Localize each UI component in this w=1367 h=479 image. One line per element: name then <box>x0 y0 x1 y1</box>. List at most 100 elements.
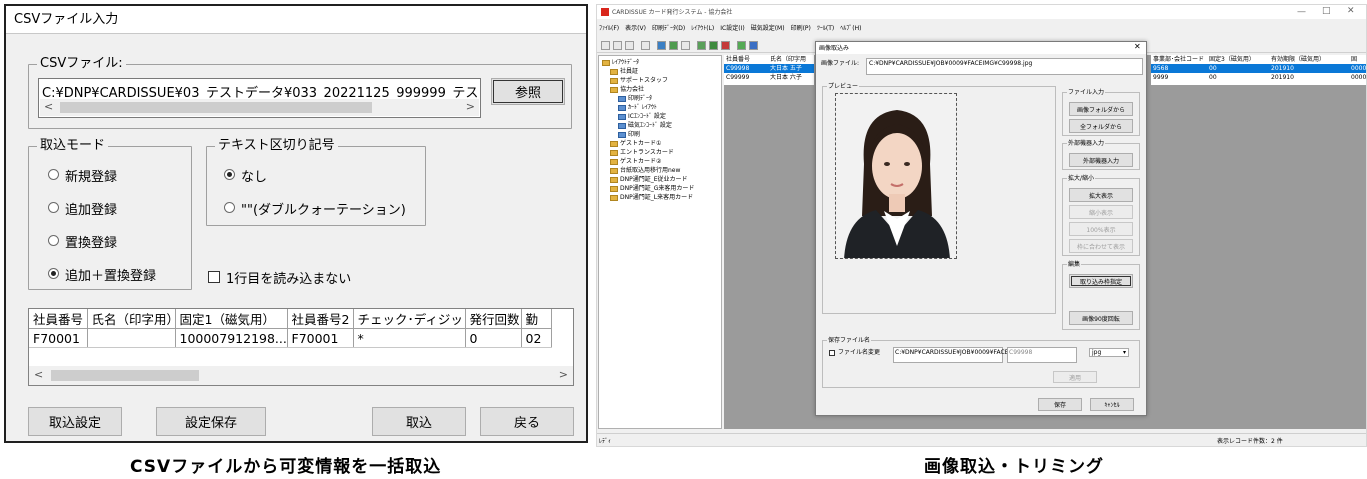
tree-item[interactable]: サポートスタッフ <box>610 76 668 85</box>
tree-item[interactable]: 磁気ｴﾝｺｰﾄﾞ 設定 <box>618 121 672 130</box>
folder-icon <box>610 176 618 183</box>
save-settings-button[interactable]: 設定保存 <box>156 407 266 436</box>
folder-icon <box>610 68 618 75</box>
table-row[interactable]: F70001 100007912198... F70001 * 0 02 <box>29 328 552 348</box>
list-right-selected[interactable] <box>1151 64 1366 73</box>
table-header-cell[interactable]: 氏名（印字用） <box>87 309 176 329</box>
apply-button[interactable]: 適用 <box>1053 371 1097 383</box>
tree-item[interactable]: 印刷ﾃﾞｰﾀ <box>618 94 652 103</box>
folder-icon <box>610 167 618 174</box>
tree-item[interactable]: 協力会社 <box>610 85 644 94</box>
rr-0-3: 0000 <box>1351 65 1367 72</box>
tree-item[interactable]: DNP通門証_G来客用カード <box>610 184 694 193</box>
zoom-in-button[interactable]: 拡大表示 <box>1069 188 1133 202</box>
table-header-cell[interactable]: 固定1（磁気用） <box>175 309 288 329</box>
toolbar-paste-icon[interactable] <box>641 41 650 50</box>
browse-button[interactable]: 参照 <box>491 78 565 105</box>
external-device-button[interactable]: 外部機器入力 <box>1069 153 1133 167</box>
menu-item[interactable]: 磁気設定(M) <box>751 24 785 34</box>
menu-item[interactable]: 印刷(P) <box>791 24 811 34</box>
path-scrollbar[interactable]: < > <box>40 99 479 116</box>
delimiter-quote-radio[interactable] <box>224 202 235 213</box>
from-all-folders-button[interactable]: 全フォルダから <box>1069 119 1133 133</box>
menu-item[interactable]: ﾚｲｱｳﾄ(L) <box>691 24 714 34</box>
maximize-icon[interactable]: □ <box>1322 6 1331 16</box>
zoom-out-button[interactable]: 縮小表示 <box>1069 205 1133 219</box>
image-dialog-close-icon[interactable]: ✕ <box>1134 42 1141 51</box>
tree-item-label: ｶｰﾄﾞ ﾚｲｱｳﾄ <box>628 104 657 111</box>
from-image-folder-button[interactable]: 画像フォルダから <box>1069 102 1133 116</box>
scroll-right-icon[interactable]: > <box>466 100 475 113</box>
table-scroll-right-icon[interactable]: > <box>559 368 568 381</box>
skip-first-row-checkbox[interactable] <box>208 271 220 283</box>
rotate-90-button[interactable]: 画像90度回転 <box>1069 311 1133 325</box>
save-path-field[interactable]: C:¥DNP¥CARDISSUE¥JOB¥0009¥FACEI <box>893 347 1010 363</box>
tree-item[interactable]: ICｴﾝｺｰﾄﾞ 設定 <box>618 112 666 121</box>
toolbar-new-icon[interactable] <box>601 41 610 50</box>
menu-item[interactable]: IC設定(I) <box>720 24 744 34</box>
import-mode-radio-0[interactable] <box>48 169 59 180</box>
toolbar-table-icon[interactable] <box>709 41 718 50</box>
csv-file-path-field[interactable]: C:¥DNP¥CARDISSUE¥03_テストデータ¥033_20221125_… <box>38 78 481 118</box>
tree-item[interactable]: ゲストカード① <box>610 139 661 148</box>
toolbar-open-icon[interactable] <box>613 41 622 50</box>
toolbar-grid-icon[interactable] <box>697 41 706 50</box>
scroll-left-icon[interactable]: < <box>44 100 53 113</box>
scroll-thumb[interactable] <box>60 102 372 113</box>
menu-item[interactable]: ﾂｰﾙ(T) <box>817 24 834 34</box>
dialog-title: CSVファイル入力 <box>6 6 586 34</box>
list-row-2-id: C99999 <box>726 74 750 81</box>
preview-group: プレビュー <box>822 82 1056 314</box>
save-button[interactable]: 保存 <box>1038 398 1082 411</box>
rename-checkbox[interactable] <box>829 350 835 356</box>
toolbar-print-icon[interactable] <box>669 41 678 50</box>
table-scrollbar[interactable]: < > <box>29 366 573 385</box>
menu-item[interactable]: 表示(V) <box>625 24 646 34</box>
table-header-cell[interactable]: 社員番号2 <box>287 309 354 329</box>
tree-item[interactable]: ﾚｲｱｳﾄﾃﾞｰﾀ <box>602 58 639 67</box>
toolbar-chart-icon[interactable] <box>721 41 730 50</box>
menu-item[interactable]: 印刷ﾃﾞｰﾀ(D) <box>652 24 685 34</box>
zoom-100-button[interactable]: 100%表示 <box>1069 222 1133 236</box>
import-mode-radio-3[interactable] <box>48 268 59 279</box>
table-scroll-thumb[interactable] <box>51 370 199 381</box>
toolbar-mag-icon[interactable] <box>749 41 758 50</box>
import-button[interactable]: 取込 <box>372 407 466 436</box>
image-file-field[interactable]: C:¥DNP¥CARDISSUE¥JOB¥0009¥FACEIMG¥C99998… <box>866 58 1143 75</box>
extension-select[interactable]: jpg ▾ <box>1089 348 1129 357</box>
set-crop-frame-button[interactable]: 取り込み枠指定 <box>1069 274 1133 288</box>
cancel-button[interactable]: ｷｬﾝｾﾙ <box>1090 398 1134 411</box>
tree-item[interactable]: 印刷 <box>618 130 640 139</box>
import-mode-radio-2[interactable] <box>48 235 59 246</box>
import-settings-button[interactable]: 取込設定 <box>28 407 122 436</box>
table-scroll-left-icon[interactable]: < <box>34 368 43 381</box>
table-header-cell[interactable]: 発行回数 <box>465 309 522 329</box>
rr-1-2: 201910 <box>1271 74 1294 81</box>
close-icon[interactable]: ✕ <box>1347 6 1355 16</box>
table-header-cell[interactable]: 勤 <box>521 309 552 329</box>
toolbar-ic-icon[interactable] <box>737 41 746 50</box>
menu-item[interactable]: ﾍﾙﾌﾟ(H) <box>840 24 861 34</box>
tree-item[interactable]: DNP通門証_L来客用カード <box>610 193 693 202</box>
table-header-cell[interactable]: 社員番号 <box>29 309 88 329</box>
menu-item[interactable]: ﾌｧｲﾙ(F) <box>599 24 619 34</box>
back-button[interactable]: 戻る <box>480 407 574 436</box>
tree-item[interactable]: ゲストカード② <box>610 157 661 166</box>
fit-to-frame-button[interactable]: 枠に合わせて表示 <box>1069 239 1133 253</box>
import-mode-radio-1[interactable] <box>48 202 59 213</box>
tree-item[interactable]: 台紙取込用移行用new <box>610 166 680 175</box>
tree-item[interactable]: DNP通門証_E従业カード <box>610 175 688 184</box>
delimiter-none-radio[interactable] <box>224 169 235 180</box>
toolbar-preview-icon[interactable] <box>681 41 690 50</box>
tree-item[interactable]: 社員証 <box>610 67 638 76</box>
skip-first-row-label: 1行目を読み込まない <box>226 272 352 287</box>
portrait-image <box>835 93 957 259</box>
minimize-icon[interactable]: — <box>1297 7 1306 17</box>
save-name-field[interactable]: C99998 <box>1007 347 1077 363</box>
toolbar-copy-icon[interactable] <box>625 41 634 50</box>
tree-item[interactable]: エントランスカード <box>610 148 674 157</box>
tree-item[interactable]: ｶｰﾄﾞ ﾚｲｱｳﾄ <box>618 103 657 112</box>
table-header-cell[interactable]: チェック･ディジット <box>353 309 466 329</box>
csv-file-group-label: CSVファイル: <box>37 56 126 72</box>
toolbar-camera-icon[interactable] <box>657 41 666 50</box>
